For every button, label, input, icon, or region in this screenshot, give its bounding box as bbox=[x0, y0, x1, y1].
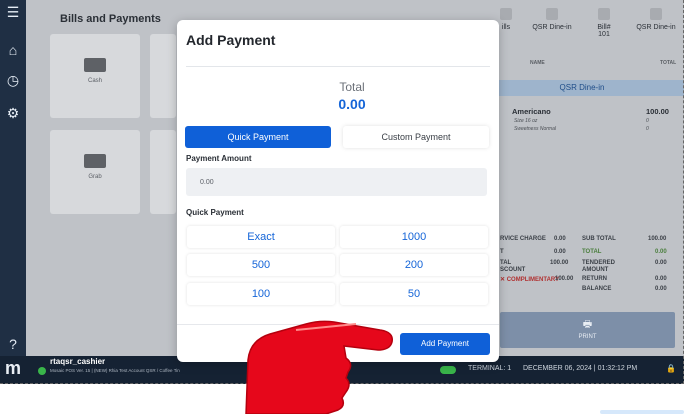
header-col-label: Bill# 101 bbox=[597, 24, 611, 38]
print-button[interactable]: 🖶 PRINT bbox=[500, 312, 675, 348]
tax-label: T bbox=[500, 249, 504, 255]
item-modifier: Size 16 oz bbox=[514, 118, 538, 124]
gear-icon[interactable]: ⚙ bbox=[3, 103, 23, 123]
total-amount: 0.00 bbox=[338, 96, 366, 112]
balance-value: 0.00 bbox=[655, 286, 667, 292]
quick-payment-1000-button[interactable]: 1000 bbox=[340, 226, 488, 248]
subtotal-value: 100.00 bbox=[648, 236, 667, 242]
dialog-title: Add Payment bbox=[186, 32, 276, 48]
lock-icon[interactable]: 🔒 bbox=[666, 364, 676, 373]
header-col: QSR Dine-in bbox=[524, 8, 580, 31]
terminal-label: TERMINAL: 1 bbox=[468, 365, 512, 372]
add-payment-button[interactable]: Add Payment bbox=[400, 333, 490, 355]
total-value: 0.00 bbox=[655, 249, 667, 255]
service-charge-label: RVICE CHARGE bbox=[500, 236, 546, 242]
tray-icon bbox=[650, 8, 662, 20]
total-label: Total bbox=[339, 80, 365, 94]
header-col-label: ills bbox=[501, 24, 511, 31]
scroll-indicator bbox=[600, 410, 684, 414]
home-icon[interactable]: ⌂ bbox=[3, 40, 23, 60]
tab-custom-payment[interactable]: Custom Payment bbox=[343, 126, 489, 148]
quick-payment-exact-button[interactable]: Exact bbox=[187, 226, 335, 248]
item-price: 100.00 bbox=[646, 107, 669, 116]
subtotal-label: SUB TOTAL bbox=[582, 236, 616, 242]
cash-icon bbox=[84, 58, 106, 72]
username: rtaqsr_cashier bbox=[50, 357, 106, 366]
sidebar: ☰ ⌂ ◷ ⚙ ? bbox=[0, 0, 26, 384]
item-name: Americano bbox=[512, 107, 551, 116]
return-label: RETURN bbox=[582, 276, 607, 282]
section-title: Bills and Payments bbox=[60, 13, 161, 25]
menu-icon[interactable]: ☰ bbox=[3, 2, 23, 22]
payment-method-grab[interactable]: Grab bbox=[50, 130, 140, 214]
header-col: Bill# 101 bbox=[576, 8, 632, 38]
printer-icon: 🖶 bbox=[582, 319, 593, 330]
header-col-label: QSR Dine-in bbox=[636, 24, 676, 31]
quick-payment-label: Quick Payment bbox=[186, 208, 244, 217]
total-label: TOTAL bbox=[582, 249, 602, 255]
column-total: TOTAL bbox=[660, 60, 677, 66]
tab-quick-payment[interactable]: Quick Payment bbox=[185, 126, 331, 148]
card-icon bbox=[84, 154, 106, 168]
balance-label: BALANCE bbox=[582, 286, 612, 292]
divider bbox=[186, 66, 490, 67]
column-name: NAME bbox=[530, 60, 545, 66]
tax-value: 0.00 bbox=[554, 249, 566, 255]
terminal-toggle[interactable] bbox=[440, 366, 456, 374]
order-panel: ills QSR Dine-in Bill# 101 QSR Dine-in N… bbox=[470, 0, 684, 356]
payment-amount-label: Payment Amount bbox=[186, 154, 252, 163]
item-modifier-value: 0 bbox=[646, 126, 649, 132]
return-value: 0.00 bbox=[655, 276, 667, 282]
tendered-value: 0.00 bbox=[655, 260, 667, 266]
total-discount-value: 100.00 bbox=[550, 260, 569, 266]
item-modifier: Sweetness Normal bbox=[514, 126, 556, 132]
online-status-dot bbox=[38, 367, 46, 375]
complimentary-label: ✕ COMPLIMENTARY bbox=[500, 277, 560, 283]
header-col-label: QSR Dine-in bbox=[532, 24, 572, 31]
payment-method-label: Grab bbox=[88, 174, 102, 180]
pointing-hand-icon bbox=[245, 320, 393, 414]
bill-icon bbox=[500, 8, 512, 20]
brand-logo: m bbox=[5, 358, 22, 378]
service-charge-value: 0.00 bbox=[554, 236, 566, 242]
receipt-icon bbox=[598, 8, 610, 20]
quick-payment-500-button[interactable]: 500 bbox=[187, 254, 335, 276]
order-type-band: QSR Dine-in bbox=[480, 80, 684, 96]
payment-method-tile[interactable] bbox=[150, 34, 176, 118]
version-info: Mosaic POS Ver. 15 | (NEW) Rhia Test Acc… bbox=[50, 368, 180, 373]
payment-method-cash[interactable]: Cash bbox=[50, 34, 140, 118]
item-modifier-value: 0 bbox=[646, 118, 649, 124]
order-header: ills QSR Dine-in Bill# 101 QSR Dine-in bbox=[470, 8, 684, 58]
clock-icon[interactable]: ◷ bbox=[3, 70, 23, 90]
total-discount-label: TAL SCOUNT bbox=[500, 260, 526, 273]
person-icon bbox=[546, 8, 558, 20]
payment-method-label: Cash bbox=[87, 78, 102, 84]
quick-payment-200-button[interactable]: 200 bbox=[340, 254, 488, 276]
header-col: QSR Dine-in bbox=[628, 8, 684, 31]
datetime-label: DECEMBER 06, 2024 | 01:32:12 PM bbox=[523, 365, 638, 372]
complimentary-value: 100.00 bbox=[555, 276, 574, 282]
tendered-label: TENDERED AMOUNT bbox=[582, 260, 616, 273]
print-label: PRINT bbox=[578, 334, 597, 340]
help-icon[interactable]: ? bbox=[3, 334, 23, 354]
payment-method-tile[interactable] bbox=[150, 130, 176, 214]
payment-amount-input[interactable] bbox=[186, 168, 487, 196]
